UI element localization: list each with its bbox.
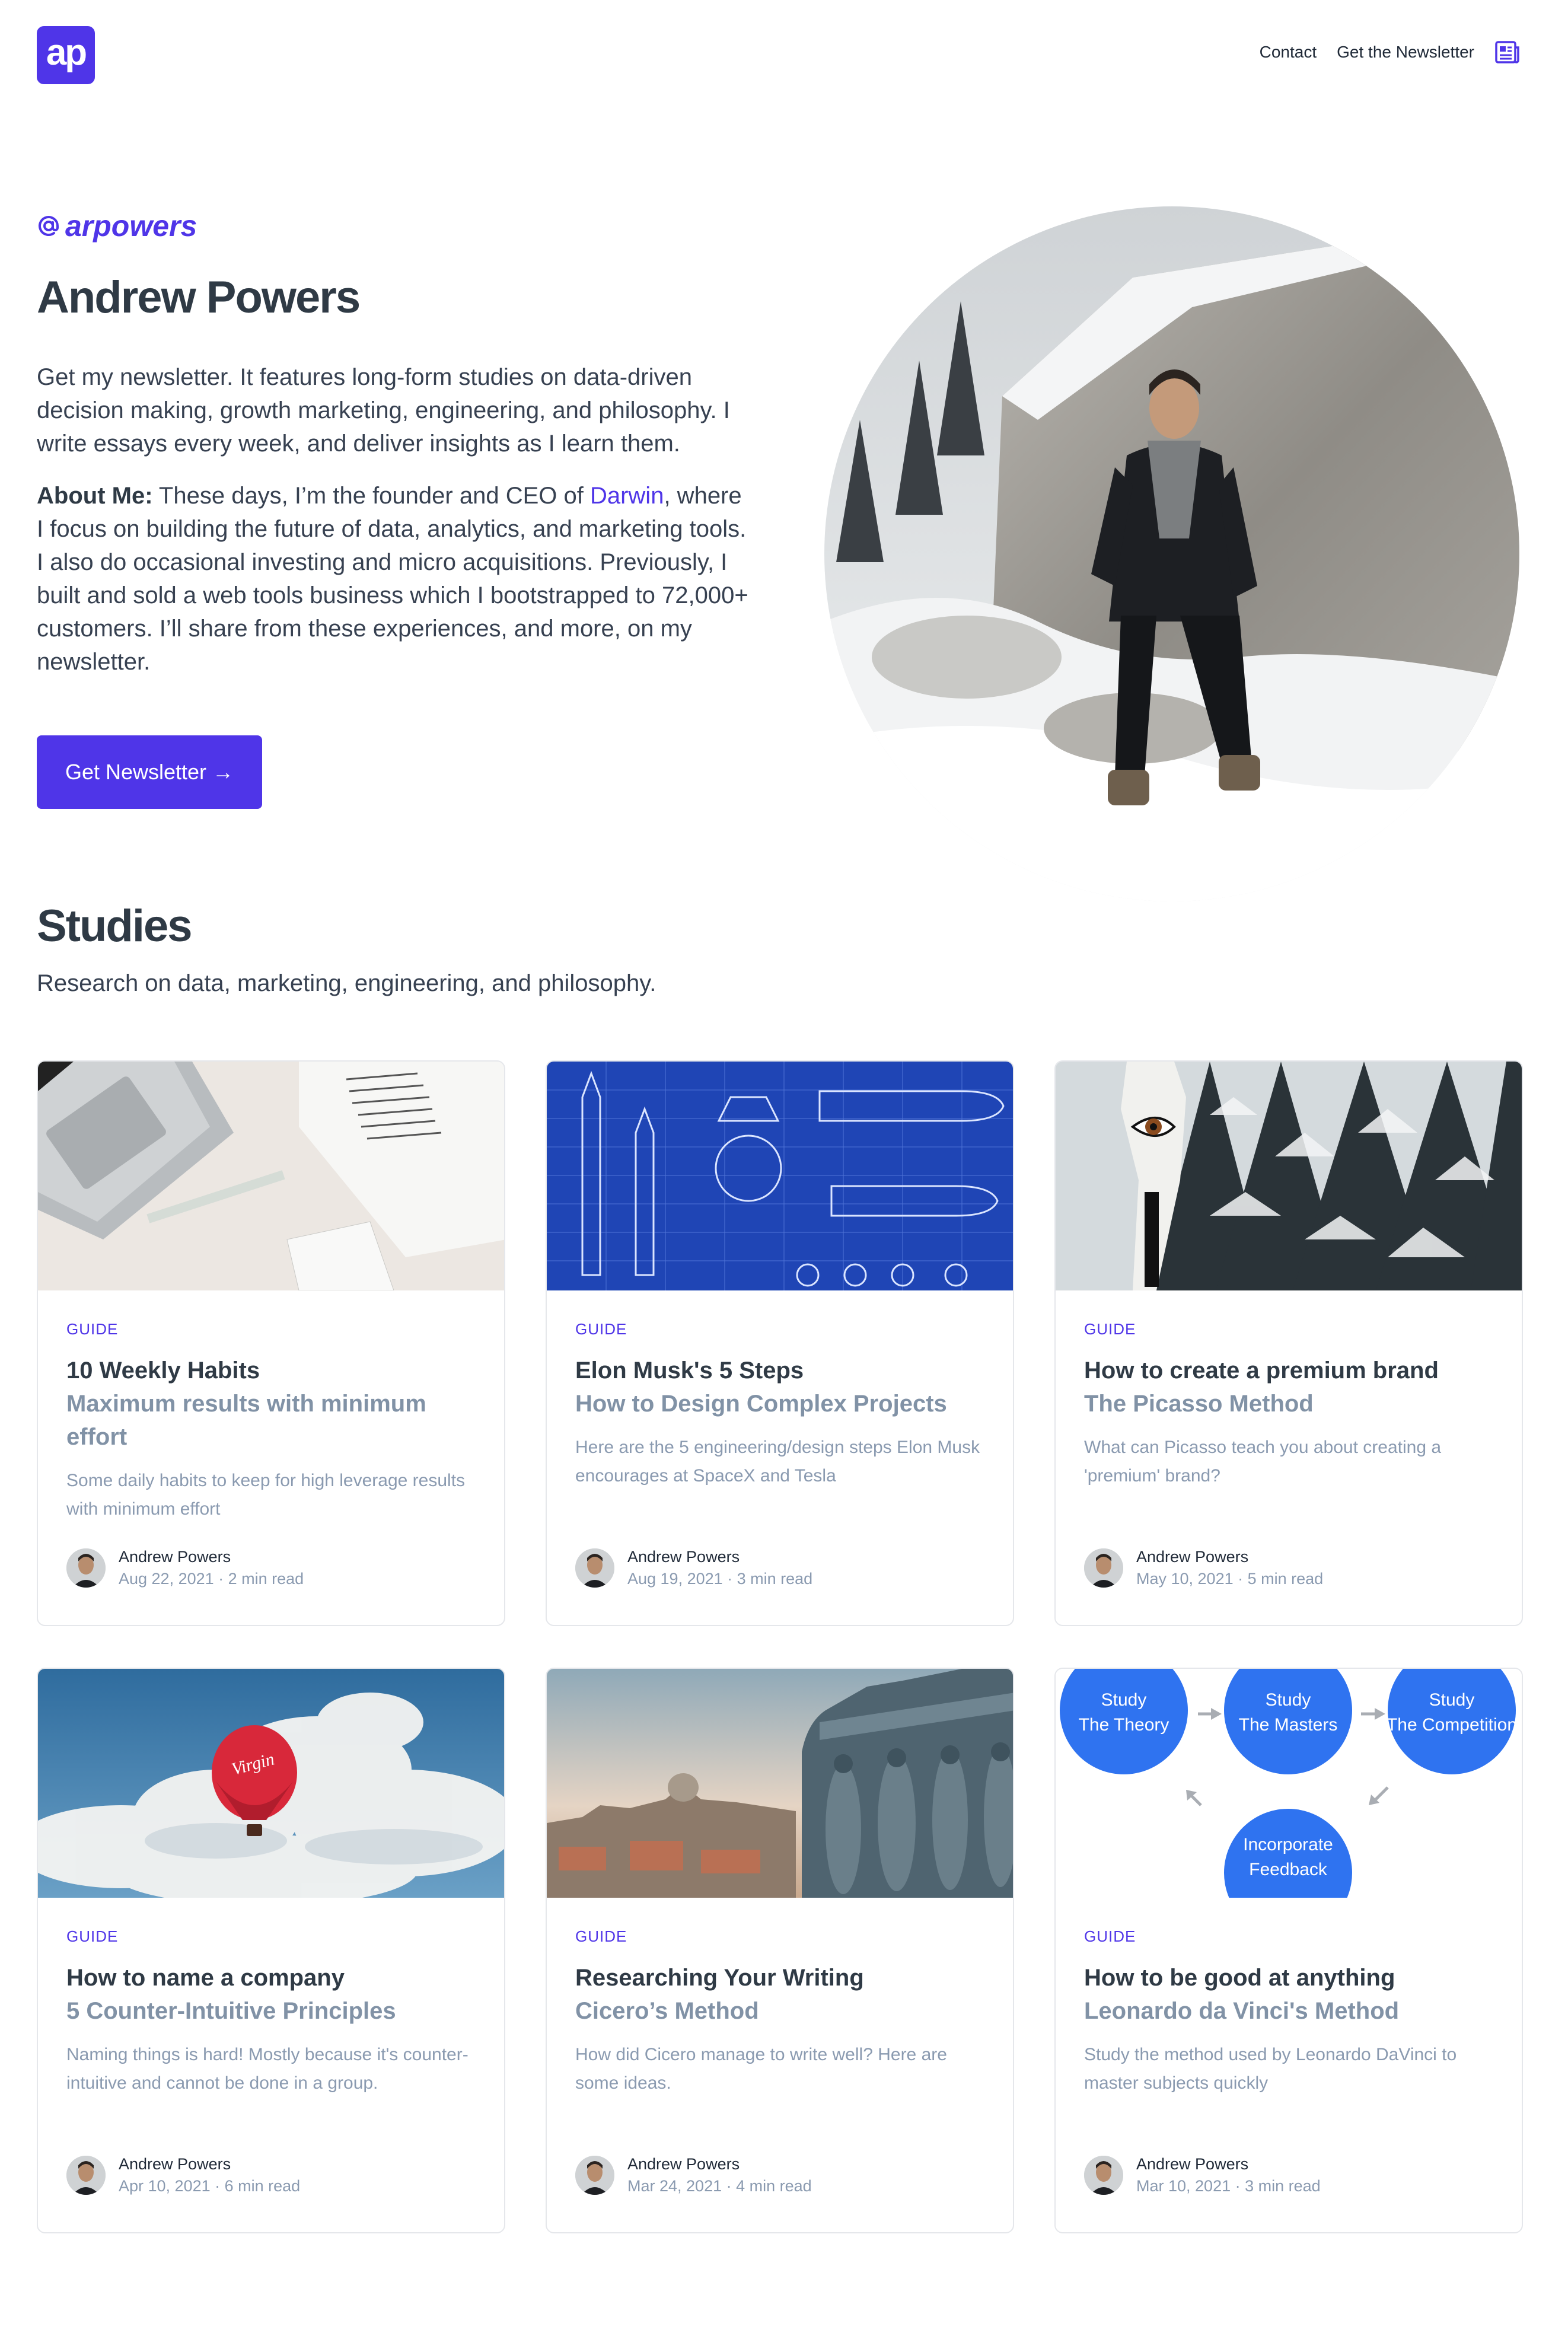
about-text-after: , where I focus on building the future o…: [37, 483, 748, 675]
card-image-balloon: Virgin: [38, 1669, 504, 1898]
arrow-right-icon: →: [212, 760, 234, 784]
card-tag: GUIDE: [66, 1320, 119, 1338]
newspaper-icon[interactable]: [1494, 40, 1521, 64]
card-subtitle: How to Design Complex Projects: [575, 1391, 947, 1417]
card-description: Naming things is hard! Mostly because it…: [66, 2045, 469, 2093]
avatar: [66, 1548, 106, 1588]
diagram-label: Study: [1266, 1690, 1311, 1710]
study-card[interactable]: GUIDE Researching Your Writing Cicero’s …: [546, 1668, 1014, 2233]
card-image-rome-statues: [547, 1669, 1013, 1898]
card-subtitle: Cicero’s Method: [575, 1998, 759, 2024]
author-name: Andrew Powers: [119, 1548, 231, 1566]
card-title[interactable]: Researching Your Writing: [575, 1961, 990, 1994]
studies-heading: Studies: [37, 901, 192, 951]
card-description: Study the method used by Leonardo DaVinc…: [1084, 2045, 1457, 2093]
card-title[interactable]: How to be good at anything: [1084, 1961, 1499, 1994]
card-description: What can Picasso teach you about creatin…: [1084, 1438, 1442, 1486]
author-name: Andrew Powers: [1136, 1548, 1249, 1566]
card-title[interactable]: 10 Weekly Habits: [66, 1354, 482, 1387]
avatar: [1084, 1548, 1123, 1588]
social-handle[interactable]: arpowers: [37, 209, 197, 243]
study-card[interactable]: GUIDE How to create a premium brand The …: [1054, 1060, 1523, 1626]
nav-contact-link[interactable]: Contact: [1260, 43, 1317, 62]
study-card[interactable]: Study The Theory Study The Masters Study…: [1054, 1668, 1523, 2233]
card-image-rocket-blueprint: [547, 1062, 1013, 1290]
diagram-label: The Theory: [1079, 1715, 1169, 1735]
card-tag: GUIDE: [575, 1927, 627, 1945]
card-subtitle: Maximum results with minimum effort: [66, 1391, 426, 1450]
get-newsletter-button[interactable]: Get Newsletter →: [37, 735, 262, 809]
hero-name: Andrew Powers: [37, 272, 361, 323]
avatar: [66, 2156, 106, 2195]
card-tag: GUIDE: [1084, 1320, 1136, 1338]
handle-text: arpowers: [65, 209, 197, 243]
card-author: Andrew Powers Mar 24, 2021 · 4 min read: [575, 2155, 812, 2195]
card-title[interactable]: How to create a premium brand: [1084, 1354, 1499, 1387]
card-description: How did Cicero manage to write well? Her…: [575, 2045, 947, 2093]
top-nav: Contact Get the Newsletter: [1260, 40, 1521, 64]
card-image-learning-diagram: Study The Theory Study The Masters Study…: [1056, 1669, 1522, 1898]
avatar: [575, 2156, 614, 2195]
card-image-desk: [38, 1062, 504, 1290]
card-subtitle: The Picasso Method: [1084, 1391, 1314, 1417]
post-meta: May 10, 2021 · 5 min read: [1136, 1570, 1324, 1588]
site-logo[interactable]: ap: [37, 26, 95, 84]
card-author: Andrew Powers Aug 19, 2021 · 3 min read: [575, 1548, 812, 1588]
card-description: Here are the 5 engineering/design steps …: [575, 1438, 980, 1486]
avatar: [1084, 2156, 1123, 2195]
study-card[interactable]: GUIDE Elon Musk's 5 Steps How to Design …: [546, 1060, 1014, 1626]
card-author: Andrew Powers Mar 10, 2021 · 3 min read: [1084, 2155, 1321, 2195]
diagram-label: Study: [1101, 1690, 1147, 1710]
darwin-link[interactable]: Darwin: [590, 483, 664, 509]
diagram-label: The Competition: [1387, 1715, 1517, 1735]
hero-intro: Get my newsletter. It features long-form…: [37, 364, 730, 457]
post-meta: Mar 24, 2021 · 4 min read: [627, 2177, 812, 2195]
post-meta: Apr 10, 2021 · 6 min read: [119, 2177, 301, 2195]
about-text-before: These days, I’m the founder and CEO of: [152, 483, 590, 509]
card-tag: GUIDE: [575, 1320, 627, 1338]
hero-about: About Me: These days, I’m the founder an…: [37, 479, 748, 678]
card-subtitle: 5 Counter-Intuitive Principles: [66, 1998, 396, 2024]
author-name: Andrew Powers: [627, 2155, 740, 2173]
diagram-label: Incorporate: [1243, 1835, 1333, 1854]
card-title[interactable]: How to name a company: [66, 1961, 482, 1994]
study-card[interactable]: Virgin GUIDE How to name a company 5 Cou…: [37, 1668, 505, 2233]
card-title[interactable]: Elon Musk's 5 Steps: [575, 1354, 990, 1387]
post-meta: Mar 10, 2021 · 3 min read: [1136, 2177, 1321, 2195]
avatar: [575, 1548, 614, 1588]
card-subtitle: Leonardo da Vinci's Method: [1084, 1998, 1400, 2024]
studies-subtitle: Research on data, marketing, engineering…: [37, 970, 656, 996]
card-tag: GUIDE: [66, 1927, 119, 1945]
card-author: Andrew Powers Aug 22, 2021 · 2 min read: [66, 1548, 304, 1588]
author-name: Andrew Powers: [1136, 2155, 1249, 2173]
card-image-picasso: [1056, 1062, 1522, 1290]
author-name: Andrew Powers: [627, 1548, 740, 1566]
card-author: Andrew Powers May 10, 2021 · 5 min read: [1084, 1548, 1323, 1588]
diagram-label: Study: [1429, 1690, 1475, 1710]
post-meta: Aug 22, 2021 · 2 min read: [119, 1570, 304, 1588]
about-label: About Me:: [37, 483, 153, 509]
card-description: Some daily habits to keep for high lever…: [66, 1471, 466, 1519]
card-author: Andrew Powers Apr 10, 2021 · 6 min read: [66, 2155, 300, 2195]
study-card[interactable]: GUIDE 10 Weekly Habits Maximum results w…: [37, 1060, 505, 1626]
post-meta: Aug 19, 2021 · 3 min read: [627, 1570, 813, 1588]
nav-newsletter-link[interactable]: Get the Newsletter: [1337, 43, 1474, 62]
author-name: Andrew Powers: [119, 2155, 231, 2173]
diagram-label: The Masters: [1239, 1715, 1338, 1735]
at-sign-icon: [39, 216, 59, 236]
cta-label: Get Newsletter: [65, 760, 207, 784]
card-tag: GUIDE: [1084, 1927, 1136, 1945]
author-portrait: [824, 206, 1519, 901]
diagram-label: Feedback: [1249, 1860, 1328, 1879]
